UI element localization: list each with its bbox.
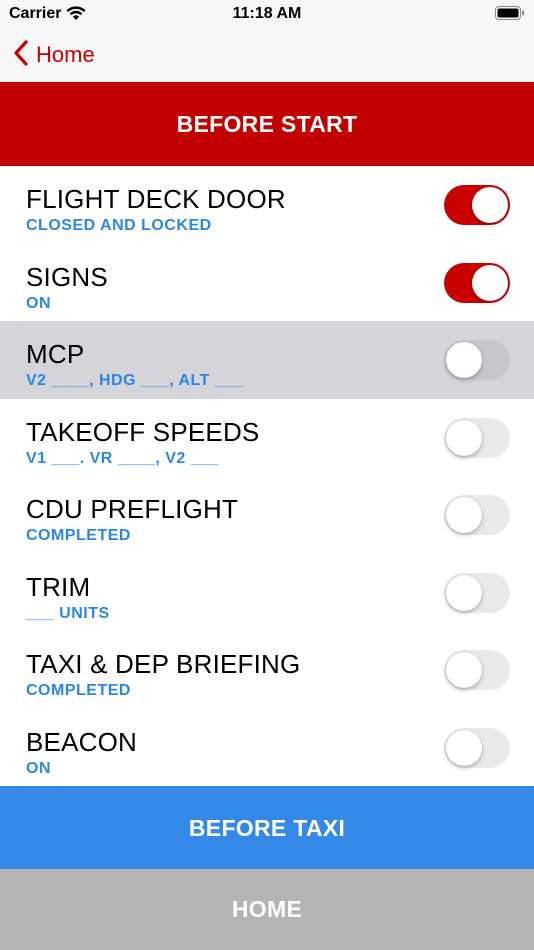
toggle-knob	[446, 497, 482, 533]
checklist-item-subtitle: ___ UNITS	[26, 604, 110, 622]
toggle-knob	[446, 574, 482, 611]
checklist-item-subtitle: CLOSED AND LOCKED	[26, 217, 212, 234]
checklist-toggle[interactable]	[444, 417, 510, 458]
checklist-item-title: TAXI & DEP BRIEFING	[26, 649, 301, 679]
checklist-toggle[interactable]	[444, 495, 510, 535]
checklist-toggle[interactable]	[444, 185, 510, 225]
checklist-item-subtitle: ON	[26, 294, 51, 312]
toggle-knob	[472, 187, 508, 223]
checklist-row[interactable]: CDU PREFLIGHT COMPLETED	[0, 476, 534, 554]
chevron-left-icon	[14, 39, 28, 71]
checklist-item-title: FLIGHT DECK DOOR	[26, 184, 286, 214]
toggle-knob	[446, 342, 482, 378]
checklist-item-title: CDU PREFLIGHT	[26, 494, 239, 524]
toggle-knob	[446, 419, 482, 456]
checklist-item-subtitle: COMPLETED	[26, 682, 131, 699]
checklist-item-subtitle: COMPLETED	[26, 527, 131, 544]
toggle-knob	[446, 652, 482, 688]
status-time: 11:18 AM	[232, 5, 302, 22]
navigation-bar: Home	[0, 30, 534, 82]
checklist-toggle[interactable]	[444, 572, 510, 613]
checklist-row[interactable]: FLIGHT DECK DOOR CLOSED AND LOCKED	[0, 166, 534, 244]
checklist-toggle[interactable]	[444, 340, 510, 380]
checklist-row[interactable]: TAXI & DEP BRIEFING COMPLETED	[0, 631, 534, 709]
home-button[interactable]: HOME	[0, 869, 534, 950]
checklist-item-title: TAKEOFF SPEEDS	[26, 416, 260, 447]
toggle-knob	[446, 729, 482, 766]
checklist-row[interactable]: SIGNS ON	[0, 243, 534, 321]
section-header-before-start: BEFORE START	[0, 82, 534, 166]
checklist-item-title: BEACON	[26, 726, 138, 757]
checklist-item-subtitle: ON	[26, 759, 51, 777]
checklist-toggle[interactable]	[444, 727, 510, 768]
toggle-knob	[472, 264, 508, 301]
checklist-toggle[interactable]	[444, 650, 510, 690]
battery-icon	[495, 6, 525, 25]
checklist-item-title: MCP	[26, 339, 85, 369]
checklist-row[interactable]: BEACON ON	[0, 708, 534, 786]
checklist-row[interactable]: TRIM ___ UNITS	[0, 553, 534, 631]
checklist-item-subtitle: V1 ___. VR ____, V2 ___	[26, 449, 219, 467]
checklist-item-title: TRIM	[26, 571, 91, 602]
checklist-item-subtitle: V2 ____, HDG ___, ALT ___	[26, 372, 244, 389]
before-taxi-button[interactable]: BEFORE TAXI	[0, 786, 534, 870]
checklist: FLIGHT DECK DOOR CLOSED AND LOCKED SIGNS ON…	[0, 166, 534, 786]
back-button-label: Home	[36, 42, 95, 67]
status-bar: Carrier 11:18 AM	[0, 0, 534, 30]
checklist-row[interactable]: MCP V2 ____, HDG ___, ALT ___	[0, 321, 534, 399]
checklist-item-title: SIGNS	[26, 261, 108, 292]
checklist-row[interactable]: TAKEOFF SPEEDS V1 ___. VR ____, V2 ___	[0, 398, 534, 476]
back-button[interactable]: Home	[14, 39, 95, 71]
checklist-toggle[interactable]	[444, 262, 510, 303]
